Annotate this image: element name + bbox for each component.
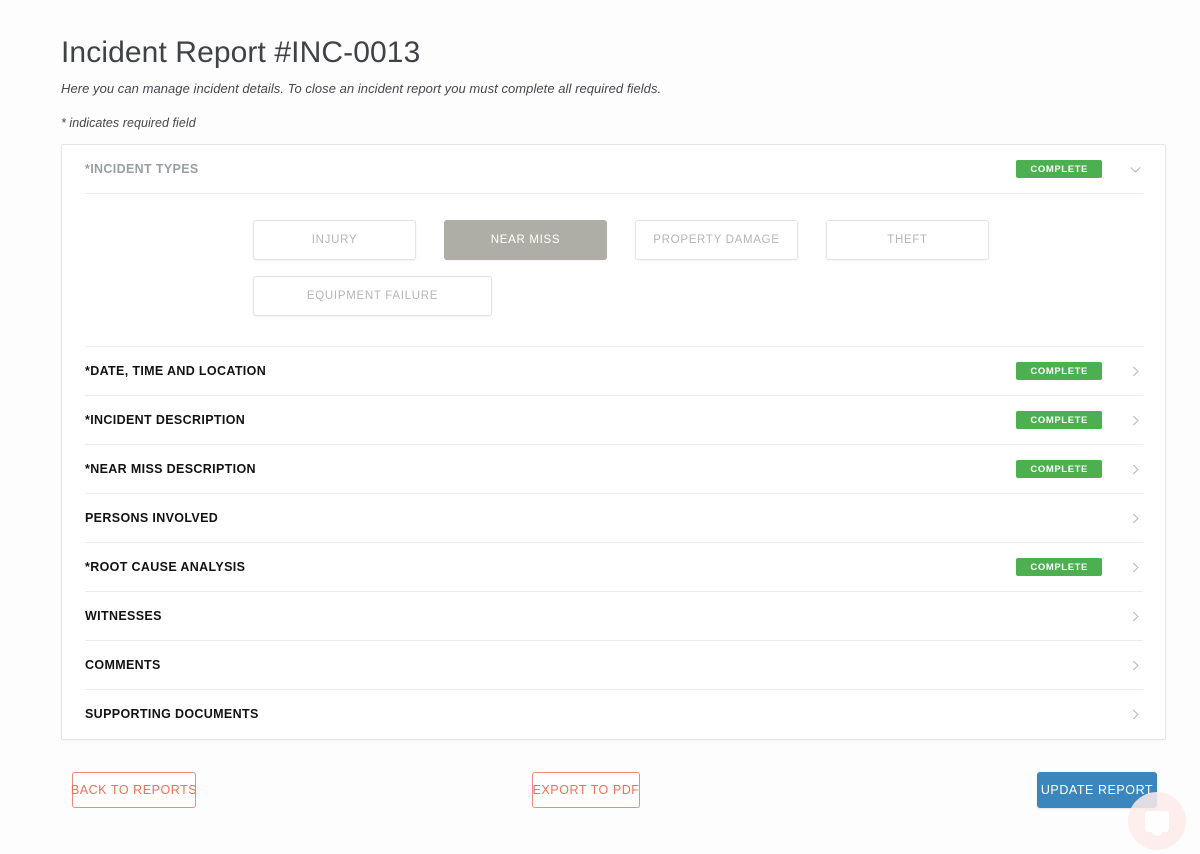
section-divider xyxy=(85,738,1143,739)
incident-type-equipment-failure[interactable]: EQUIPMENT FAILURE xyxy=(253,276,492,316)
chevron-down-icon[interactable] xyxy=(1128,162,1143,177)
page-title: Incident Report #INC-0013 xyxy=(61,36,421,69)
incident-type-options: INJURY NEAR MISS PROPERTY DAMAGE THEFT EQUIP… xyxy=(85,220,1142,316)
section-header[interactable]: *NEAR MISS DESCRIPTION COMPLETE xyxy=(62,445,1165,493)
required-field-note: * indicates required field xyxy=(61,116,196,130)
section-header[interactable]: WITNESSES xyxy=(62,592,1165,640)
incident-sections-card: *INCIDENT TYPES COMPLETE INJURY NEAR MISS PR… xyxy=(61,144,1166,740)
section-witnesses: WITNESSES xyxy=(62,592,1165,641)
section-label: *DATE, TIME AND LOCATION xyxy=(85,364,267,378)
chevron-right-icon[interactable] xyxy=(1128,511,1143,526)
section-label: *INCIDENT DESCRIPTION xyxy=(85,413,246,427)
chevron-right-icon[interactable] xyxy=(1128,364,1143,379)
section-label: *NEAR MISS DESCRIPTION xyxy=(85,462,256,476)
chat-bubble-icon xyxy=(1145,810,1169,836)
chevron-right-icon[interactable] xyxy=(1128,462,1143,477)
section-header[interactable]: *INCIDENT TYPES COMPLETE xyxy=(62,145,1165,193)
status-badge: COMPLETE xyxy=(1016,410,1102,430)
section-label: WITNESSES xyxy=(85,609,162,623)
status-badge: COMPLETE xyxy=(1016,459,1102,479)
incident-type-injury[interactable]: INJURY xyxy=(253,220,416,260)
chevron-right-icon[interactable] xyxy=(1128,560,1143,575)
chevron-right-icon[interactable] xyxy=(1128,609,1143,624)
section-label: PERSONS INVOLVED xyxy=(85,511,219,525)
section-date-time-and-location: *DATE, TIME AND LOCATION COMPLETE xyxy=(62,347,1165,396)
back-to-reports-button[interactable]: BACK TO REPORTS xyxy=(71,772,197,808)
status-badge: COMPLETE xyxy=(1016,557,1102,577)
chevron-right-icon[interactable] xyxy=(1128,413,1143,428)
incident-type-theft[interactable]: THEFT xyxy=(826,220,989,260)
page-subtitle: Here you can manage incident details. To… xyxy=(61,81,662,96)
section-label: *ROOT CAUSE ANALYSIS xyxy=(85,560,246,574)
status-badge: COMPLETE xyxy=(1016,361,1102,381)
section-header[interactable]: *INCIDENT DESCRIPTION COMPLETE xyxy=(62,396,1165,444)
incident-types-body: INJURY NEAR MISS PROPERTY DAMAGE THEFT EQUIP… xyxy=(62,194,1165,346)
section-persons-involved: PERSONS INVOLVED xyxy=(62,494,1165,543)
section-header[interactable]: *ROOT CAUSE ANALYSIS COMPLETE xyxy=(62,543,1165,591)
section-supporting-documents: SUPPORTING DOCUMENTS xyxy=(62,690,1165,739)
section-incident-description: *INCIDENT DESCRIPTION COMPLETE xyxy=(62,396,1165,445)
section-label: COMMENTS xyxy=(85,658,161,672)
incident-type-property-damage[interactable]: PROPERTY DAMAGE xyxy=(635,220,798,260)
export-to-pdf-button[interactable]: EXPORT TO PDF xyxy=(532,772,640,808)
section-label: *INCIDENT TYPES xyxy=(85,162,199,176)
incident-type-near-miss[interactable]: NEAR MISS xyxy=(444,220,607,260)
page-header: Incident Report #INC-0013 Here you can m… xyxy=(0,0,1200,130)
section-header[interactable]: PERSONS INVOLVED xyxy=(62,494,1165,542)
section-near-miss-description: *NEAR MISS DESCRIPTION COMPLETE xyxy=(62,445,1165,494)
section-label: SUPPORTING DOCUMENTS xyxy=(85,707,259,721)
section-incident-types: *INCIDENT TYPES COMPLETE INJURY NEAR MISS PR… xyxy=(62,145,1165,347)
section-comments: COMMENTS xyxy=(62,641,1165,690)
section-header[interactable]: COMMENTS xyxy=(62,641,1165,689)
chat-support-widget[interactable] xyxy=(1128,792,1186,850)
form-actions: BACK TO REPORTS EXPORT TO PDF UPDATE REP… xyxy=(61,772,1166,812)
section-header[interactable]: SUPPORTING DOCUMENTS xyxy=(62,690,1165,738)
incident-report-page: Incident Report #INC-0013 Here you can m… xyxy=(0,0,1200,854)
section-root-cause-analysis: *ROOT CAUSE ANALYSIS COMPLETE xyxy=(62,543,1165,592)
status-badge: COMPLETE xyxy=(1016,159,1102,179)
chevron-right-icon[interactable] xyxy=(1128,658,1143,673)
chevron-right-icon[interactable] xyxy=(1128,707,1143,722)
section-header[interactable]: *DATE, TIME AND LOCATION COMPLETE xyxy=(62,347,1165,395)
